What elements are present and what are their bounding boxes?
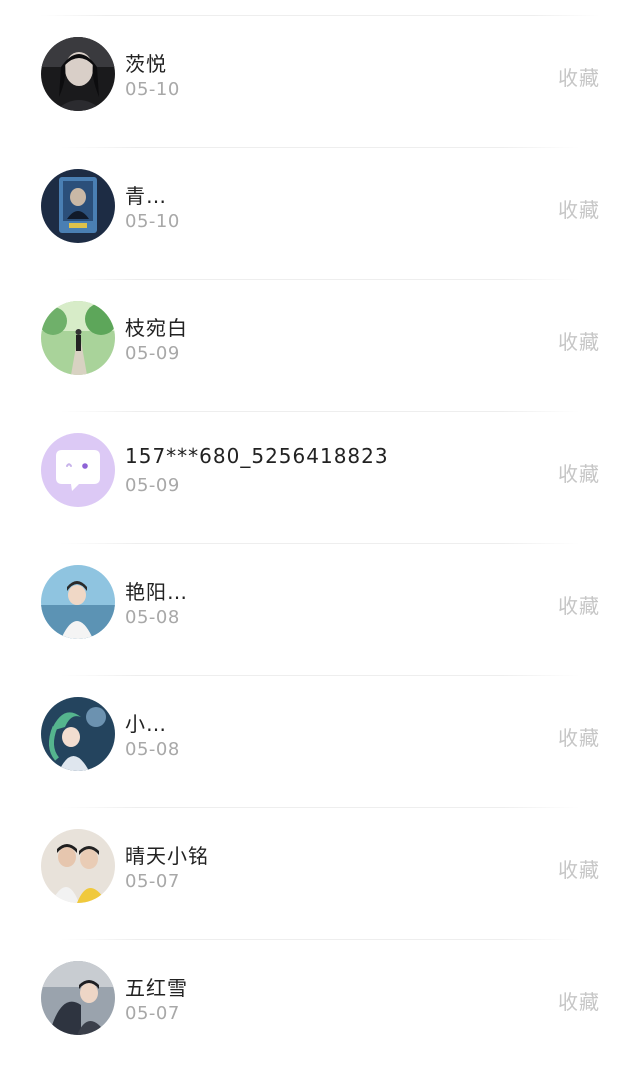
contact-name: 艳阳… [125,580,188,604]
list-item[interactable]: 五红雪 05-07 收藏 [0,940,640,1072]
favorite-button[interactable]: 收藏 [558,722,600,751]
photo-avatar-icon [41,961,115,1035]
contact-date: 05-07 [125,871,180,892]
favorite-button[interactable]: 收藏 [558,326,600,355]
contact-date: 05-08 [125,607,180,628]
contact-name: 枝宛白 [125,316,188,340]
photo-avatar-icon [41,301,115,375]
favorite-button[interactable]: 收藏 [558,854,600,883]
contact-date: 05-10 [125,79,180,100]
list-item[interactable]: 小… 05-08 收藏 [0,676,640,808]
avatar[interactable] [41,169,115,243]
photo-avatar-icon [41,37,115,111]
contact-date: 05-07 [125,1003,180,1024]
contact-name: 五红雪 [125,976,188,1000]
contact-name: 青… [125,184,167,208]
favorite-button[interactable]: 收藏 [558,458,600,487]
list-item[interactable]: 晴天小铭 05-07 收藏 [0,808,640,940]
contact-name: 晴天小铭 [125,844,209,868]
avatar[interactable] [41,961,115,1035]
contact-name: 茨悦 [125,52,167,76]
contact-date: 05-10 [125,211,180,232]
contact-date: 05-08 [125,739,180,760]
avatar[interactable] [41,433,115,507]
list-item[interactable]: 157***680_5256418823 05-09 收藏 [0,412,640,544]
avatar[interactable] [41,37,115,111]
photo-avatar-icon [41,829,115,903]
contact-date: 05-09 [125,343,180,364]
contact-name: 157***680_5256418823 [125,444,389,468]
contact-list: 茨悦 05-10 收藏 青… 05-10 收藏 枝宛白 05-09 收藏 157… [0,0,640,1062]
chat-bubble-icon [41,433,115,507]
contact-name: 小… [125,712,167,736]
avatar[interactable] [41,697,115,771]
favorite-button[interactable]: 收藏 [558,194,600,223]
favorite-button[interactable]: 收藏 [558,986,600,1015]
photo-avatar-icon [41,697,115,771]
list-item[interactable]: 茨悦 05-10 收藏 [0,16,640,148]
favorite-button[interactable]: 收藏 [558,62,600,91]
favorite-button[interactable]: 收藏 [558,590,600,619]
list-item[interactable]: 艳阳… 05-08 收藏 [0,544,640,676]
avatar[interactable] [41,829,115,903]
photo-avatar-icon [41,565,115,639]
avatar[interactable] [41,301,115,375]
photo-avatar-icon [41,169,115,243]
avatar[interactable] [41,565,115,639]
list-item[interactable]: 枝宛白 05-09 收藏 [0,280,640,412]
contact-date: 05-09 [125,475,180,496]
list-item[interactable]: 青… 05-10 收藏 [0,148,640,280]
